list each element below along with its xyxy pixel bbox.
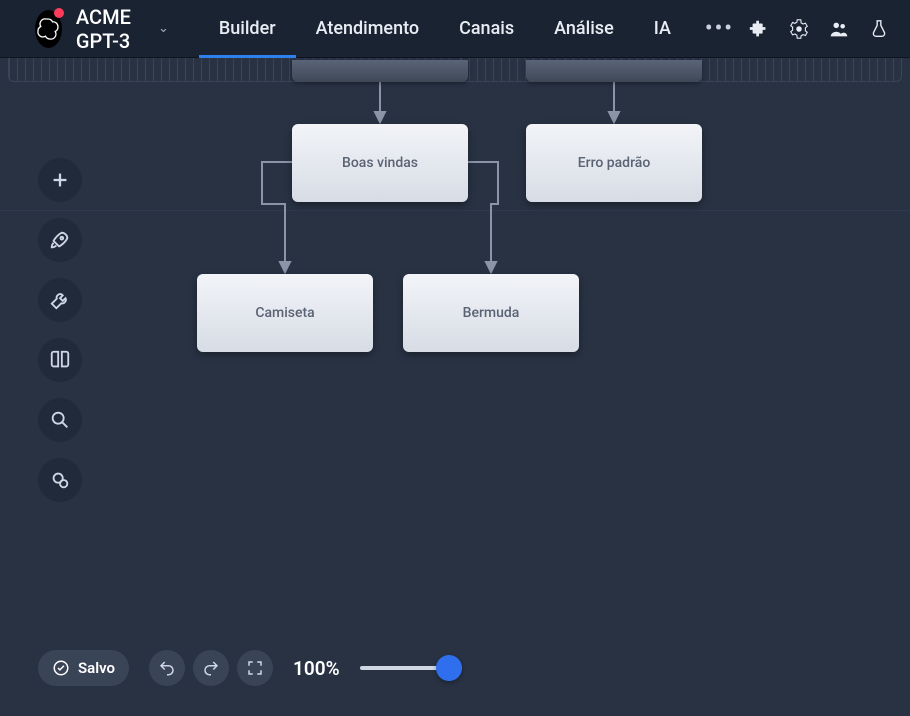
tab-atendimento[interactable]: Atendimento (296, 0, 440, 58)
tab-builder[interactable]: Builder (199, 0, 296, 58)
notification-dot-icon (54, 8, 64, 18)
node-label: Bermuda (463, 305, 520, 321)
redo-button[interactable] (193, 650, 229, 686)
nav-tabs: Builder Atendimento Canais Análise IA ••… (199, 0, 748, 58)
node-label: Erro padrão (578, 155, 651, 171)
header: ACME GPT-3 ⌄ Builder Atendimento Canais … (0, 0, 910, 58)
tab-analise[interactable]: Análise (534, 0, 634, 58)
undo-button[interactable] (149, 650, 185, 686)
history-group (149, 650, 273, 686)
zoom-slider[interactable] (360, 656, 462, 680)
team-icon[interactable] (828, 18, 850, 40)
app-title-text: ACME GPT-3 (76, 5, 152, 53)
labs-icon[interactable] (868, 18, 890, 40)
node-label: Boas vindas (342, 155, 418, 171)
builder-canvas[interactable]: Boas vindas Erro padrão Camiseta Bermuda… (0, 82, 910, 716)
zoom-level: 100% (293, 657, 340, 680)
flow-node-camiseta[interactable]: Camiseta (197, 274, 373, 352)
tab-canais[interactable]: Canais (439, 0, 534, 58)
redo-icon (202, 659, 220, 677)
tab-more[interactable]: ••• (691, 0, 748, 58)
save-status-chip[interactable]: Salvo (38, 650, 129, 686)
bottom-bar: Salvo 100% (38, 650, 462, 686)
expand-icon (246, 659, 264, 677)
chevron-down-icon: ⌄ (158, 21, 169, 36)
node-label: Camiseta (255, 305, 314, 321)
app-logo[interactable] (35, 10, 62, 48)
flow-node-partial[interactable] (526, 60, 702, 82)
settings-icon[interactable] (788, 18, 810, 40)
slider-thumb[interactable] (436, 655, 462, 681)
tab-ia[interactable]: IA (634, 0, 691, 58)
flow-node-bermuda[interactable]: Bermuda (403, 274, 579, 352)
fit-view-button[interactable] (237, 650, 273, 686)
save-status-text: Salvo (78, 659, 115, 677)
app-title-dropdown[interactable]: ACME GPT-3 ⌄ (76, 5, 169, 53)
flow-node-erro-padrao[interactable]: Erro padrão (526, 124, 702, 202)
flow-node-boas-vindas[interactable]: Boas vindas (292, 124, 468, 202)
undo-icon (158, 659, 176, 677)
logo-icon (36, 17, 60, 41)
header-actions (748, 18, 890, 40)
flow-node-partial[interactable] (292, 60, 468, 82)
extensions-icon[interactable] (748, 18, 770, 40)
check-circle-icon (52, 659, 70, 677)
